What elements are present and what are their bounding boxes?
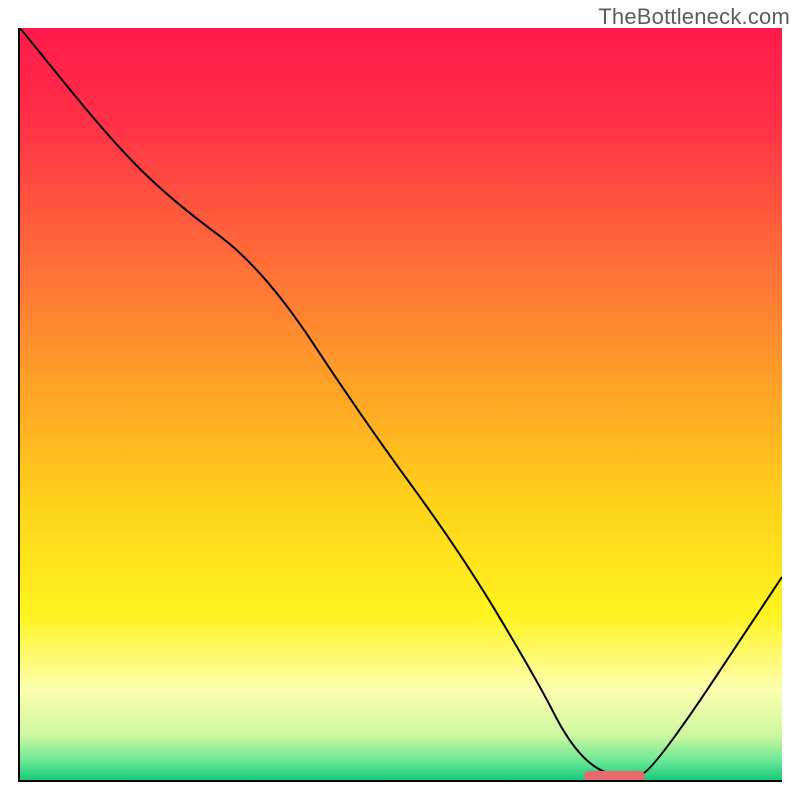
chart-frame: TheBottleneck.com [0, 0, 800, 800]
optimal-range-marker [584, 771, 645, 781]
watermark-text: TheBottleneck.com [598, 4, 790, 30]
curve-layer [20, 28, 782, 780]
plot-area [18, 28, 782, 782]
bottleneck-curve [20, 28, 782, 775]
